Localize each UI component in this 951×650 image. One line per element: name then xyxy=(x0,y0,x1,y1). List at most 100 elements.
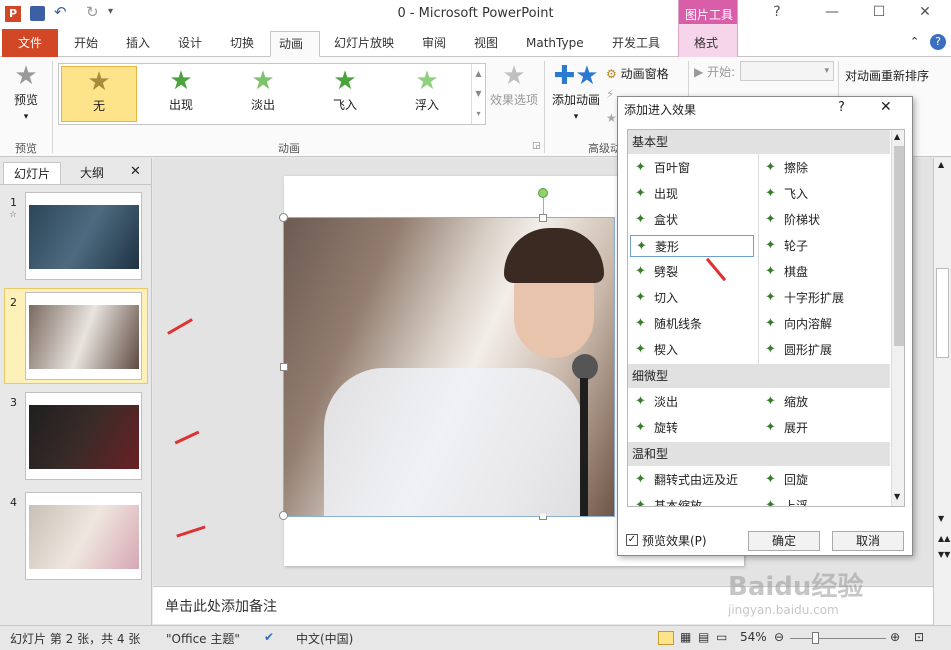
tab-slideshow[interactable]: 幻灯片放映 xyxy=(326,31,402,57)
maximize-icon[interactable]: ☐ xyxy=(864,4,894,24)
effect-checkerboard[interactable]: ✦ 棋盘 xyxy=(760,261,884,283)
scroll-thumb[interactable] xyxy=(894,146,904,346)
effect-label: 基本缩放 xyxy=(654,499,703,507)
effect-options-button[interactable]: ★ 效果选项 xyxy=(488,61,540,108)
scroll-up-icon[interactable]: ▲ xyxy=(938,160,944,169)
dialog-close-icon[interactable]: ✕ xyxy=(880,99,892,115)
slide-thumbnail-1[interactable] xyxy=(25,192,142,280)
effect-split[interactable]: ✦ 劈裂 xyxy=(630,261,754,283)
tab-animations[interactable]: 动画 xyxy=(270,31,320,57)
zoom-slider[interactable] xyxy=(790,638,886,639)
zoom-slider-thumb[interactable] xyxy=(812,632,819,644)
thumbnail-image xyxy=(29,205,139,269)
collapse-ribbon-icon[interactable]: ⌃ xyxy=(910,35,919,48)
tab-insert[interactable]: 插入 xyxy=(118,31,158,57)
resize-handle-top[interactable] xyxy=(539,214,547,222)
gallery-fly-in[interactable]: ★ 飞入 xyxy=(307,66,383,122)
effect-box[interactable]: ✦ 盒状 xyxy=(630,209,754,231)
slideshow-icon[interactable]: ▭ xyxy=(716,630,727,644)
effect-spin[interactable]: ✦ 旋转 xyxy=(630,417,754,439)
ok-button[interactable]: 确定 xyxy=(748,531,820,551)
slide-picture[interactable] xyxy=(279,188,615,520)
effect-circle[interactable]: ✦ 圆形扩展 xyxy=(760,339,884,361)
slide-thumbnail-3[interactable] xyxy=(25,392,142,480)
normal-view-icon[interactable] xyxy=(658,631,674,645)
effect-star-icon: ✦ xyxy=(765,472,776,487)
effect-plus[interactable]: ✦ 十字形扩展 xyxy=(760,287,884,309)
resize-handle-left[interactable] xyxy=(280,363,288,371)
effect-appear[interactable]: ✦ 出现 xyxy=(630,183,754,205)
tab-developer[interactable]: 开发工具 xyxy=(604,31,668,57)
tab-file[interactable]: 文件 xyxy=(2,29,58,57)
editor-scrollbar[interactable]: ▲ ▼ ▲▲ ▼▼ xyxy=(933,158,951,625)
slide-thumbnail-2[interactable] xyxy=(25,292,142,380)
cancel-button[interactable]: 取消 xyxy=(832,531,904,551)
effect-dissolve-in[interactable]: ✦ 向内溶解 xyxy=(760,313,884,335)
effect-peek-in[interactable]: ✦ 切入 xyxy=(630,287,754,309)
help-icon[interactable]: ? xyxy=(762,4,792,24)
rotate-handle[interactable] xyxy=(538,188,548,198)
tab-view[interactable]: 视图 xyxy=(466,31,506,57)
preview-button[interactable]: ★ 预览 ▾ xyxy=(6,61,46,122)
reading-view-icon[interactable]: ▤ xyxy=(698,630,709,644)
effect-strips[interactable]: ✦ 阶梯状 xyxy=(760,209,884,231)
dialog-help-icon[interactable]: ? xyxy=(838,100,845,115)
tab-transitions[interactable]: 切换 xyxy=(222,31,262,57)
effect-label: 十字形扩展 xyxy=(784,291,845,305)
gallery-float-in[interactable]: ★ 浮入 xyxy=(389,66,465,122)
effect-grow-turn[interactable]: ✦ 翻转式由远及近 xyxy=(630,469,754,491)
gallery-fade[interactable]: ★ 淡出 xyxy=(225,66,301,122)
tab-outline-panel[interactable]: 大纲 xyxy=(62,162,122,184)
minimize-icon[interactable]: — xyxy=(817,4,847,24)
fit-window-icon[interactable]: ⊡ xyxy=(914,630,924,644)
effect-zoom[interactable]: ✦ 缩放 xyxy=(760,391,884,413)
tab-mathtype[interactable]: MathType xyxy=(518,31,592,57)
effect-expand[interactable]: ✦ 展开 xyxy=(760,417,884,439)
effect-basic-zoom[interactable]: ✦ 基本缩放 xyxy=(630,495,754,507)
zoom-out-icon[interactable]: ⊖ xyxy=(774,630,784,644)
next-slide-icon[interactable]: ▼▼ xyxy=(938,550,950,559)
tab-review[interactable]: 审阅 xyxy=(414,31,454,57)
scroll-thumb[interactable] xyxy=(936,268,949,358)
effect-list-scrollbar[interactable]: ▲ ▼ xyxy=(891,130,904,506)
scroll-down-icon[interactable]: ▼ xyxy=(894,492,900,501)
close-icon[interactable]: ✕ xyxy=(910,4,940,24)
painter-button[interactable]: ★ xyxy=(606,111,617,125)
effect-boomerang[interactable]: ✦ 回旋 xyxy=(760,469,884,491)
resize-handle-top-left[interactable] xyxy=(279,213,288,222)
trigger-button[interactable]: ⚡ xyxy=(606,87,614,101)
zoom-level[interactable]: 54% xyxy=(740,630,767,644)
effect-wheel[interactable]: ✦ 轮子 xyxy=(760,235,884,257)
animation-pane-button[interactable]: ⚙ 动画窗格 xyxy=(606,65,669,82)
effect-wedge[interactable]: ✦ 楔入 xyxy=(630,339,754,361)
resize-handle-bottom-left[interactable] xyxy=(279,511,288,520)
tab-slides-panel[interactable]: 幻灯片 xyxy=(3,162,61,184)
effect-wipe[interactable]: ✦ 擦除 xyxy=(760,157,884,179)
effect-random-bars[interactable]: ✦ 随机线条 xyxy=(630,313,754,335)
language[interactable]: 中文(中国) xyxy=(296,630,353,647)
close-panel-icon[interactable]: ✕ xyxy=(130,164,141,179)
dialog-launcher-icon[interactable]: ◲ xyxy=(532,141,541,151)
help-circle-icon[interactable]: ? xyxy=(930,34,946,50)
preview-effect-checkbox[interactable]: ✓ xyxy=(626,534,638,546)
gallery-none[interactable]: ★ 无 xyxy=(61,66,137,122)
slide-sorter-icon[interactable]: ▦ xyxy=(680,630,691,644)
scroll-down-icon[interactable]: ▼ xyxy=(938,514,944,523)
gallery-scroll[interactable]: ▲ ▼ ▾ xyxy=(471,64,485,124)
add-animation-button[interactable]: ✚★ 添加动画 ▾ xyxy=(550,61,602,122)
tab-format[interactable]: 格式 xyxy=(686,31,726,57)
effect-blinds[interactable]: ✦ 百叶窗 xyxy=(630,157,754,179)
zoom-in-icon[interactable]: ⊕ xyxy=(890,630,900,644)
prev-slide-icon[interactable]: ▲▲ xyxy=(938,534,950,543)
tab-home[interactable]: 开始 xyxy=(66,31,106,57)
effect-fade[interactable]: ✦ 淡出 xyxy=(630,391,754,413)
spellcheck-icon[interactable]: ✔ xyxy=(264,630,274,644)
effect-fly-in[interactable]: ✦ 飞入 xyxy=(760,183,884,205)
gallery-appear[interactable]: ★ 出现 xyxy=(143,66,219,122)
effect-diamond[interactable]: ✦ 菱形 xyxy=(630,235,754,257)
scroll-up-icon[interactable]: ▲ xyxy=(894,132,900,141)
effect-float-up[interactable]: ✦ 上浮 xyxy=(760,495,884,506)
start-dropdown[interactable]: ▾ xyxy=(740,61,834,81)
slide-thumbnail-4[interactable] xyxy=(25,492,142,580)
tab-design[interactable]: 设计 xyxy=(170,31,210,57)
